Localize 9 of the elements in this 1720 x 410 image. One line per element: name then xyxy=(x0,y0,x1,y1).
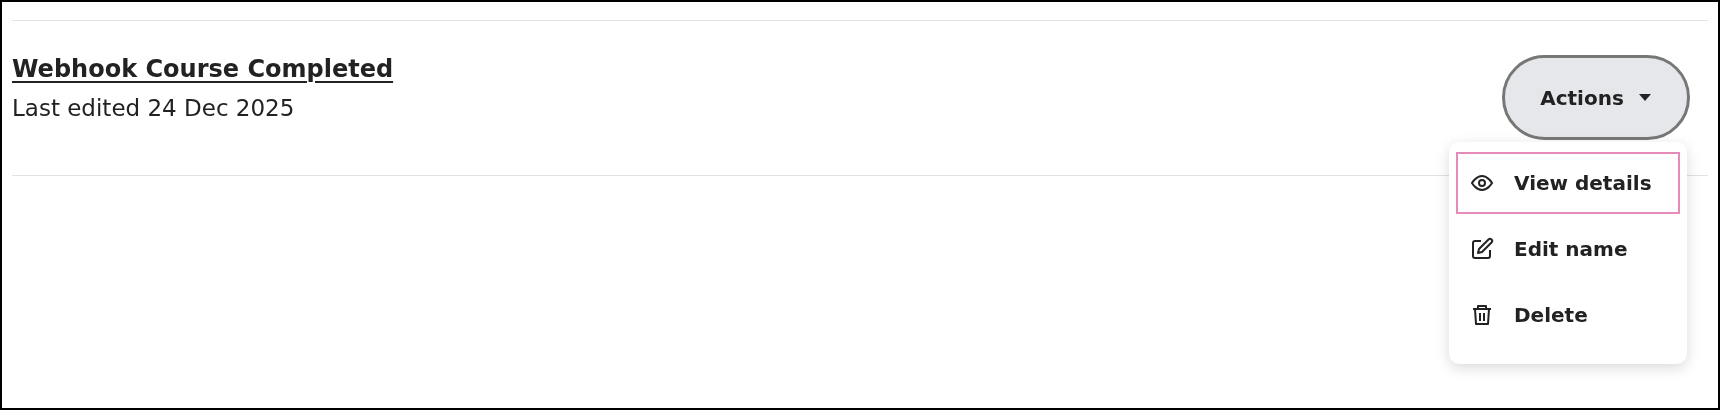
edit-icon xyxy=(1470,237,1494,261)
last-edited-text: Last edited 24 Dec 2025 xyxy=(12,94,296,123)
trash-icon xyxy=(1470,303,1494,327)
caret-icon xyxy=(1637,93,1652,102)
menu-item[interactable]: Delete xyxy=(1456,284,1680,346)
menu-item[interactable]: View details xyxy=(1456,152,1680,214)
menu-item[interactable]: Edit name xyxy=(1456,218,1680,280)
item-title-link[interactable]: Webhook Course Completed xyxy=(12,51,394,87)
actions-button[interactable]: Actions xyxy=(1502,55,1690,140)
